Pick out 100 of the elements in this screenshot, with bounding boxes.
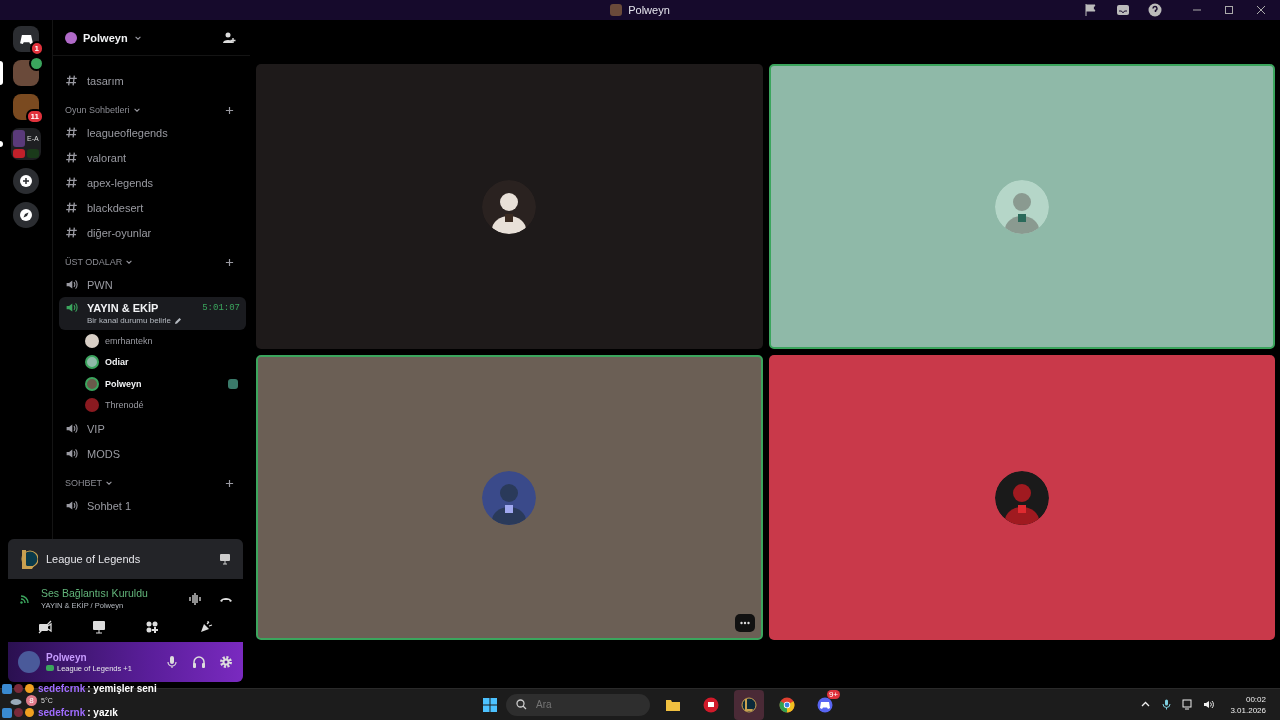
chevron-icon xyxy=(125,258,134,266)
hashtag-icon xyxy=(65,201,78,214)
notification-badge: 9+ xyxy=(826,689,840,699)
connection-status: Ses Bağlantısı Kuruldu xyxy=(41,587,148,599)
cloud-icon xyxy=(10,696,22,705)
text-channel[interactable]: blackdesert xyxy=(59,195,246,220)
clock-date[interactable]: 3.01.2026 xyxy=(1230,705,1266,715)
video-tile[interactable] xyxy=(768,64,1275,349)
avatar xyxy=(610,4,623,16)
voice-member[interactable]: emrhantekn xyxy=(59,330,246,352)
video-tile[interactable] xyxy=(256,355,763,640)
chat-username: sedefcrnk xyxy=(38,707,86,718)
hashtag-icon xyxy=(65,151,78,164)
speaker-icon xyxy=(65,422,78,435)
voice-member[interactable]: Polweyn xyxy=(59,373,246,395)
server-icon xyxy=(65,31,77,44)
taskbar-app[interactable]: 9+ xyxy=(810,689,840,720)
compass-icon xyxy=(20,209,32,221)
game-name: League of Legends xyxy=(46,553,141,565)
hashtag-icon xyxy=(65,74,78,87)
screen-share-icon[interactable] xyxy=(91,620,106,634)
category-label[interactable]: Oyun Sohbetleri xyxy=(65,105,130,115)
volume-icon[interactable] xyxy=(1203,699,1215,710)
hashtag-icon xyxy=(65,176,78,189)
microphone-icon[interactable] xyxy=(1161,699,1173,710)
text-channel[interactable]: valorant xyxy=(59,145,246,170)
taskbar-app[interactable] xyxy=(734,689,764,720)
tool-icon xyxy=(2,707,12,718)
speaker-icon xyxy=(65,278,78,291)
video-tile[interactable] xyxy=(256,64,763,349)
network-icon[interactable] xyxy=(1182,699,1194,710)
plus-icon[interactable] xyxy=(225,105,234,115)
selected-indicator xyxy=(0,61,3,85)
plus-icon[interactable] xyxy=(225,257,234,267)
chat-message: : yazık xyxy=(87,707,118,718)
game-icon xyxy=(20,548,38,570)
channel-status[interactable]: Bir kanal durumu belirle xyxy=(87,316,172,325)
channel-name: YAYIN & EKİP xyxy=(87,301,159,314)
hashtag-icon xyxy=(65,226,78,239)
voice-channel[interactable]: Sohbet 1 xyxy=(59,493,246,518)
text-channel[interactable]: apex-legends xyxy=(59,170,246,195)
username: Polweyn xyxy=(46,651,88,663)
text-channel[interactable]: tasarım xyxy=(59,68,246,93)
camera-off-icon[interactable] xyxy=(37,620,52,634)
inbox-icon[interactable] xyxy=(1116,3,1130,17)
text-channel[interactable]: leagueoflegends xyxy=(59,120,246,145)
plus-icon xyxy=(20,175,32,187)
voice-channel[interactable]: PWN xyxy=(59,272,246,297)
video-tile[interactable] xyxy=(768,355,1275,640)
user-avatar[interactable] xyxy=(18,651,40,673)
category-label[interactable]: SOHBET xyxy=(65,478,102,488)
more-icon xyxy=(739,621,750,625)
voice-channel[interactable]: VIP xyxy=(59,416,246,441)
voice-channel[interactable]: YAYIN & EKİP 5:01:07 Bir kanal durumu belirle xyxy=(59,297,246,330)
noise-suppression-icon[interactable] xyxy=(188,591,202,606)
text-channel[interactable]: diğer-oyunlar xyxy=(59,220,246,245)
call-timer: 5:01:07 xyxy=(202,302,240,313)
close-icon[interactable] xyxy=(1254,3,1268,17)
tool-icon xyxy=(2,683,12,694)
game-icon xyxy=(741,696,757,713)
server-name[interactable]: Polweyn xyxy=(83,31,128,44)
screen-share-icon[interactable] xyxy=(219,553,231,565)
speaker-icon xyxy=(65,499,78,512)
help-icon[interactable] xyxy=(1148,3,1162,17)
gamepad-icon xyxy=(46,665,54,671)
invite-icon[interactable] xyxy=(222,30,236,45)
chevron-icon xyxy=(105,479,113,487)
notification-badge: 1 xyxy=(29,41,44,56)
notification-badge: 11 xyxy=(25,109,44,124)
voice-member[interactable]: Odiar xyxy=(59,351,246,373)
microphone-icon[interactable] xyxy=(165,655,179,669)
activities-icon[interactable] xyxy=(145,620,160,634)
start-icon[interactable] xyxy=(482,696,498,713)
app-icon xyxy=(703,696,719,713)
chevron-icon xyxy=(132,106,141,114)
chat-app-icon xyxy=(817,696,833,713)
more-button[interactable] xyxy=(734,614,755,632)
home-button[interactable]: 1 xyxy=(0,24,52,54)
browser-icon xyxy=(779,696,795,713)
voice-channel[interactable]: MODS xyxy=(59,441,246,466)
unread-indicator xyxy=(0,141,3,147)
voice-member[interactable]: Threnodé xyxy=(59,394,246,416)
clock-time[interactable]: 00:02 xyxy=(1245,694,1266,704)
pencil-icon[interactable] xyxy=(174,316,183,325)
category-label[interactable]: ÜST ODALAR xyxy=(65,257,123,267)
chat-username: sedefcrnk xyxy=(38,683,86,694)
controller-icon xyxy=(18,33,34,45)
speaker-icon xyxy=(65,447,78,460)
chat-message: : yemişler seni xyxy=(87,683,157,694)
plus-icon[interactable] xyxy=(225,478,234,488)
speaker-icon xyxy=(65,301,78,314)
headphones-icon[interactable] xyxy=(192,655,206,669)
voice-badge xyxy=(29,56,44,71)
flag-icon[interactable] xyxy=(1084,3,1098,17)
window-title: Polweyn xyxy=(628,4,670,16)
maximize-icon[interactable] xyxy=(1222,3,1236,17)
soundboard-icon[interactable] xyxy=(199,620,214,634)
search-field[interactable]: Ara xyxy=(506,693,650,716)
settings-icon[interactable] xyxy=(219,655,233,669)
notification-badge: 8 xyxy=(26,695,37,706)
